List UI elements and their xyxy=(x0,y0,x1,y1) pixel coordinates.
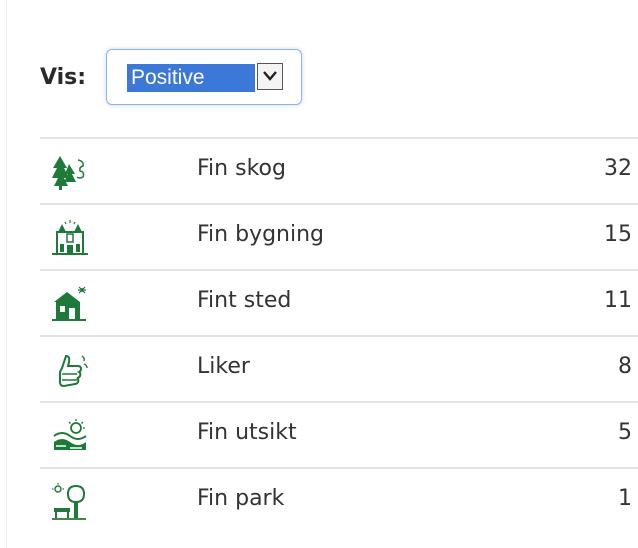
thumbs-up-icon xyxy=(50,350,90,390)
filter-select[interactable]: Positive xyxy=(106,49,302,105)
table-row: Fin park 1 xyxy=(40,467,638,533)
row-count: 11 xyxy=(604,288,632,313)
house-icon xyxy=(50,284,90,324)
building-icon xyxy=(50,218,90,258)
chevron-down-icon[interactable] xyxy=(257,63,283,90)
filter-label: Vis: xyxy=(40,64,87,90)
row-count: 32 xyxy=(604,156,632,181)
table-row: Fint sted 11 xyxy=(40,269,638,335)
filter-row: Vis: Positive xyxy=(40,48,302,106)
filter-selected-value: Positive xyxy=(127,64,255,92)
left-border xyxy=(6,0,7,548)
row-label: Fin park xyxy=(197,486,285,511)
view-icon xyxy=(50,416,90,456)
table-row: Liker 8 xyxy=(40,335,638,401)
row-label: Liker xyxy=(197,354,250,379)
table-row: Fin bygning 15 xyxy=(40,203,638,269)
row-count: 5 xyxy=(618,420,632,445)
row-label: Fin skog xyxy=(197,156,286,181)
park-icon xyxy=(50,482,90,522)
row-label: Fin utsikt xyxy=(197,420,297,445)
row-label: Fin bygning xyxy=(197,222,325,247)
row-count: 8 xyxy=(618,354,632,379)
forest-icon xyxy=(50,152,90,192)
table-row: Fin skog 32 xyxy=(40,137,638,203)
row-count: 1 xyxy=(618,486,632,511)
table-row: Fin utsikt 5 xyxy=(40,401,638,467)
row-label: Fint sted xyxy=(197,288,292,313)
row-count: 15 xyxy=(604,222,632,247)
stats-table: Fin skog 32 Fin bygning 15 Fint sted 11 … xyxy=(40,137,638,533)
